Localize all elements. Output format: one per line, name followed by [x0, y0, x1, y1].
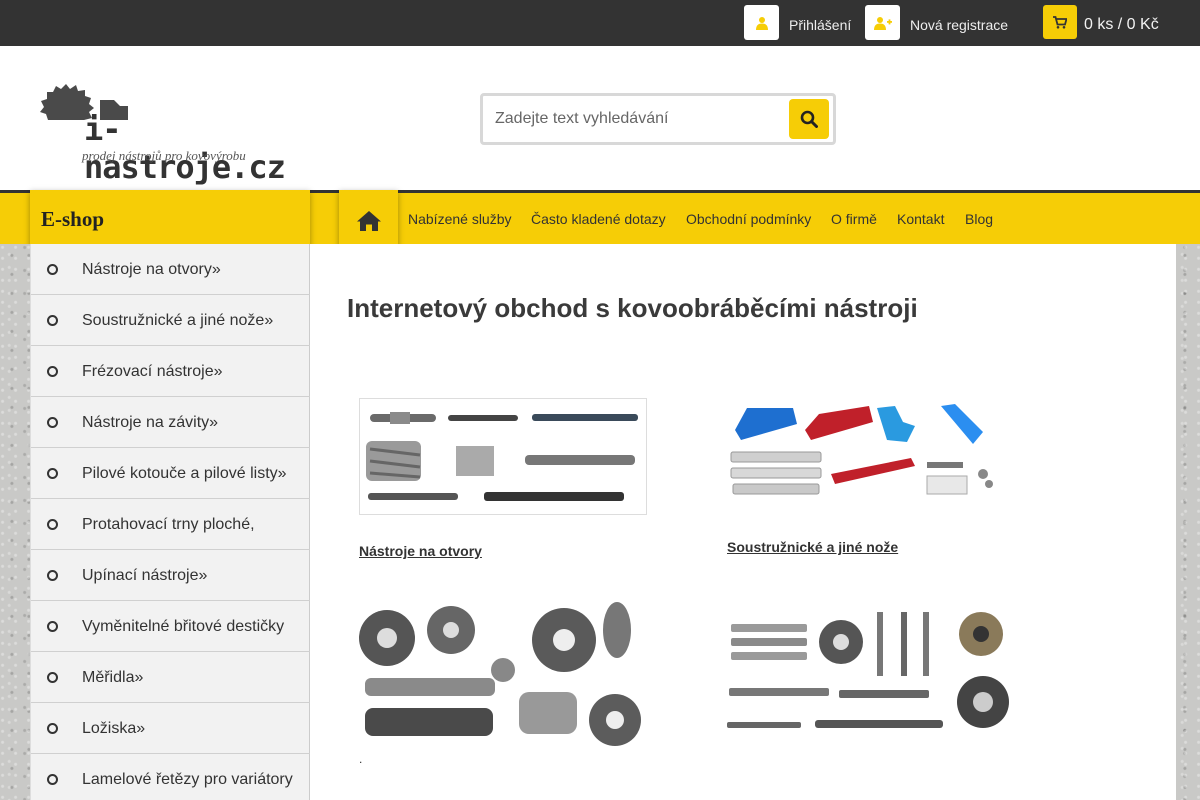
bullet-circle-icon [47, 264, 58, 275]
product-image-turning-knives[interactable] [727, 400, 999, 504]
main-content: Internetový obchod s kovoobráběcími nást… [310, 244, 1176, 800]
search-button[interactable] [789, 99, 829, 139]
register-link[interactable]: Nová registrace [910, 17, 1008, 33]
bullet-circle-icon [47, 519, 58, 530]
header: i-nastroje.cz prodej nástrojů pro kovový… [0, 46, 1200, 190]
sidebar-item-label: Vyměnitelné břitové destičky [82, 618, 285, 635]
sidebar-item-bearings[interactable]: Ložiska» [31, 703, 310, 754]
thread-tools-image [727, 612, 1009, 728]
main-nav: E-shop Nabízené služby Často kladené dot… [0, 190, 1200, 252]
page-title: Internetový obchod s kovoobráběcími nást… [347, 293, 918, 323]
bullet-circle-icon [47, 417, 58, 428]
sidebar-item-label: Protahovací trny ploché, [82, 516, 255, 533]
bullet-circle-icon [47, 366, 58, 377]
bullet-circle-icon [47, 570, 58, 581]
cart-icon [1053, 15, 1067, 29]
sidebar-item-label: Frézovací nástroje» [82, 363, 223, 380]
sidebar-item-saw-blades[interactable]: Pilové kotouče a pilové listy» [31, 448, 310, 499]
bullet-circle-icon [47, 774, 58, 785]
product-image-milling-tools[interactable] [359, 600, 647, 750]
nav-link-about[interactable]: O firmě [831, 211, 877, 227]
sidebar-item-gauges[interactable]: Měřidla» [31, 652, 310, 703]
logo[interactable]: i-nastroje.cz prodej nástrojů pro kovový… [40, 70, 300, 186]
sidebar-item-broaching[interactable]: Protahovací trny ploché, [31, 499, 310, 550]
sidebar-item-turning-knives[interactable]: Soustružnické a jiné nože» [31, 295, 310, 346]
login-button[interactable] [744, 5, 779, 40]
sidebar-item-clamping[interactable]: Upínací nástroje» [31, 550, 310, 601]
home-button[interactable] [339, 190, 398, 252]
bullet-circle-icon [47, 672, 58, 683]
product-image-thread-tools[interactable] [727, 606, 1019, 734]
sidebar-item-label: Lamelové řetězy pro variátory [82, 771, 293, 788]
eshop-heading[interactable]: E-shop [30, 190, 310, 247]
turning-knives-image [730, 404, 993, 495]
cart-button[interactable] [1043, 5, 1077, 39]
search-input[interactable] [485, 98, 785, 140]
home-icon [356, 211, 381, 231]
nav-link-faq[interactable]: Často kladené dotazy [531, 211, 666, 227]
bullet-circle-icon [47, 315, 58, 326]
sidebar-item-inserts[interactable]: Vyměnitelné břitové destičky [31, 601, 310, 652]
drill-tools-image [366, 412, 638, 501]
search-icon [800, 110, 818, 128]
nav-link-blog[interactable]: Blog [965, 211, 993, 227]
category-sidebar: Nástroje na otvory» Soustružnické a jiné… [30, 244, 310, 800]
product-link-turning-knives[interactable]: Soustružnické a jiné nože [727, 539, 898, 555]
sidebar-item-thread-tools[interactable]: Nástroje na závity» [31, 397, 310, 448]
sidebar-item-label: Pilové kotouče a pilové listy» [82, 465, 287, 482]
top-bar: Přihlášení Nová registrace 0 ks / 0 Kč [0, 0, 1200, 46]
sidebar-item-label: Soustružnické a jiné nože» [82, 312, 274, 329]
nav-link-contact[interactable]: Kontakt [897, 211, 944, 227]
sidebar-item-label: Měřidla» [82, 669, 144, 686]
bullet-circle-icon [47, 621, 58, 632]
register-button[interactable] [865, 5, 900, 40]
sidebar-item-label: Upínací nástroje» [82, 567, 208, 584]
logo-tagline: prodej nástrojů pro kovovýrobu [82, 148, 246, 163]
product-link-hole-tools[interactable]: Nástroje na otvory [359, 543, 482, 559]
milling-tools-image [359, 602, 641, 746]
sidebar-item-chains[interactable]: Lamelové řetězy pro variátory [31, 754, 310, 800]
sidebar-item-label: Nástroje na otvory» [82, 261, 221, 278]
login-link[interactable]: Přihlášení [789, 17, 851, 33]
user-icon [755, 16, 768, 30]
product-image-hole-tools[interactable] [359, 398, 647, 515]
nav-link-terms[interactable]: Obchodní podmínky [686, 211, 811, 227]
sidebar-item-milling-tools[interactable]: Frézovací nástroje» [31, 346, 310, 397]
search-box [480, 93, 836, 145]
eshop-label: E-shop [41, 207, 105, 231]
sidebar-item-hole-tools[interactable]: Nástroje na otvory» [31, 244, 310, 295]
sidebar-item-label: Nástroje na závity» [82, 414, 219, 431]
bullet-circle-icon [47, 723, 58, 734]
cart-summary[interactable]: 0 ks / 0 Kč [1084, 16, 1159, 34]
user-plus-icon [873, 16, 892, 30]
sidebar-item-label: Ložiska» [82, 720, 146, 737]
bullet-circle-icon [47, 468, 58, 479]
nav-link-services[interactable]: Nabízené služby [408, 211, 512, 227]
caption-dot: . [359, 752, 363, 766]
